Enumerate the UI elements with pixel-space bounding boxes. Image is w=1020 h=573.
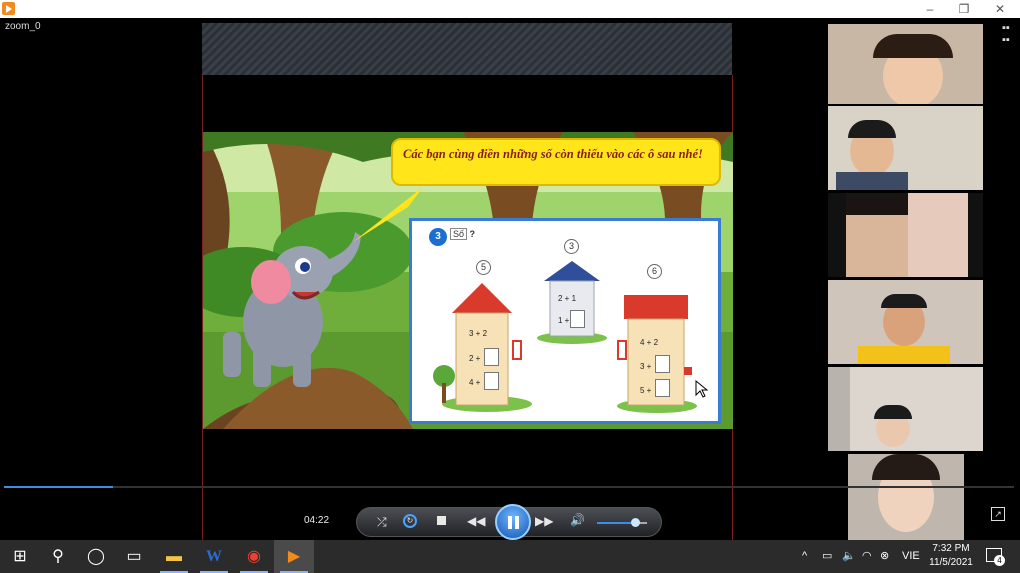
house-1-op-3: 4 + (469, 378, 481, 387)
minimize-button[interactable]: – (912, 0, 948, 18)
exercise-card: 3 Số ? 5 3 + 2 2 + 4 + 3 2 + 1 1 + 6 4 +… (409, 218, 721, 424)
house-3-op-2: 3 + (640, 362, 652, 371)
house-1-answer-box-1 (484, 348, 499, 366)
media-player-app-icon (2, 2, 15, 15)
clock-date: 11/5/2021 (929, 557, 973, 568)
maximize-button[interactable]: ❐ (946, 0, 982, 18)
house-3-answer-box-2 (655, 379, 670, 397)
lesson-slide: Các bạn cùng điền những số còn thiếu vào… (203, 132, 733, 429)
chrome-icon[interactable]: ◉ (234, 540, 274, 573)
search-icon[interactable]: ⚲ (38, 540, 78, 573)
participant-video-3 (828, 193, 983, 277)
input-language[interactable]: VIE (902, 540, 920, 573)
stop-button[interactable] (437, 516, 446, 525)
grid-view-icon[interactable]: ▪▪ ▪▪ (1002, 22, 1014, 46)
cortana-icon[interactable]: ◯ (76, 540, 116, 573)
volume-slider-knob[interactable] (630, 518, 640, 527)
house-3-result: 6 (647, 264, 662, 279)
playback-controls: ⤮ ↻ ◀◀ ▶▶ 🔊 (356, 504, 662, 540)
house-2-result: 3 (564, 239, 579, 254)
switch-to-library-icon[interactable]: ↗ (991, 507, 1005, 521)
elapsed-time: 04:22 (304, 515, 330, 526)
video-player[interactable]: zoom_0 ▪▪ ▪▪ Các bạn cùng điền những số … (0, 18, 1020, 540)
wifi-icon[interactable]: ◠ (862, 540, 872, 573)
title-bar: – ❐ ✕ (0, 0, 1020, 18)
house-2-op-1: 2 + 1 (558, 294, 577, 303)
speaker-icon[interactable]: 🔈 (842, 540, 856, 573)
fast-forward-button[interactable]: ▶▶ (535, 514, 553, 528)
repeat-icon[interactable]: ↻ (403, 514, 417, 528)
taskbar-clock[interactable]: 7:32 PM 11/5/2021 (925, 542, 977, 570)
participant-video-4 (828, 280, 983, 364)
participant-video-2 (828, 106, 983, 190)
shared-screen-header (202, 23, 732, 75)
house-1-op-2: 2 + (469, 354, 481, 363)
volume-icon[interactable]: 🔊 (570, 513, 585, 527)
house-1-answer-box-2 (484, 372, 499, 390)
house-1-result: 5 (476, 260, 491, 275)
pause-button[interactable] (495, 504, 531, 540)
house-2-answer-box (570, 310, 585, 328)
seek-bar-fill (4, 486, 114, 488)
start-windows-icon[interactable]: ⊞ (0, 540, 40, 573)
file-explorer-icon[interactable]: ▬ (154, 540, 194, 573)
house-2-op-2: 1 + (558, 316, 570, 325)
notification-count-badge: 4 (994, 555, 1005, 566)
media-player-taskbar-icon[interactable]: ▶ (274, 540, 314, 573)
clock-time: 7:32 PM (932, 543, 970, 554)
house-3-answer-box-1 (655, 355, 670, 373)
house-3-op-1: 4 + 2 (640, 338, 659, 347)
house-3-op-3: 5 + (640, 386, 652, 395)
participant-video-5 (828, 367, 983, 451)
rewind-button[interactable]: ◀◀ (467, 514, 485, 528)
mic-off-icon[interactable]: ⊗ (880, 540, 889, 573)
participant-video-6 (848, 454, 964, 540)
speech-bubble: Các bạn cùng điền những số còn thiếu vào… (391, 138, 721, 186)
show-hidden-icons-icon[interactable]: ^ (802, 540, 807, 573)
participant-video-1 (828, 24, 983, 104)
task-view-icon[interactable]: ▭ (114, 540, 154, 573)
shuffle-icon[interactable]: ⤮ (377, 515, 387, 530)
word-icon[interactable]: W (194, 540, 234, 573)
battery-icon[interactable]: ▭ (822, 540, 832, 573)
file-name: zoom_0 (5, 21, 41, 32)
volume-slider[interactable] (597, 518, 647, 527)
windows-taskbar: ⊞ ⚲ ◯ ▭ ▬ W ◉ ▶ ^ ▭ 🔈 ◠ ⊗ VIE 7:32 PM 11… (0, 540, 1020, 573)
close-button[interactable]: ✕ (982, 0, 1018, 18)
volume-slider-fill (597, 522, 635, 524)
seek-bar[interactable] (4, 486, 1014, 488)
house-1-op-1: 3 + 2 (469, 329, 488, 338)
